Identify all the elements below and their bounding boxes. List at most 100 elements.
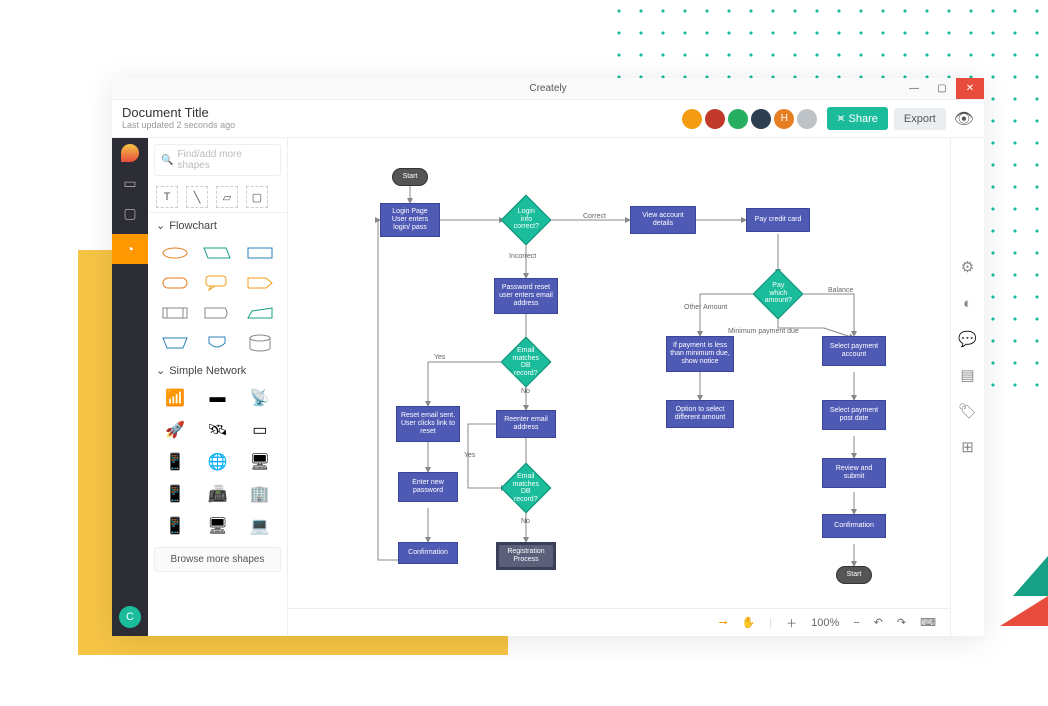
node-reset-sent[interactable]: Reset email sent. User clicks link to re… [396, 406, 460, 442]
shape-laptop[interactable]: 💻 [243, 515, 277, 537]
node-pay-credit[interactable]: Pay credit card [746, 208, 810, 232]
shape-rect[interactable] [243, 242, 277, 264]
window-minimize-button[interactable]: — [900, 78, 928, 99]
shape-globe[interactable]: 🌐 [200, 451, 234, 473]
search-icon: 🔍 [161, 155, 173, 166]
share-icon: ⪤ [837, 112, 844, 125]
app-header: Document Title Last updated 2 seconds ag… [112, 100, 984, 138]
palette-icon[interactable]: ◐ [963, 294, 972, 312]
line-tool[interactable]: ╲ [186, 186, 208, 208]
shape-callout[interactable] [200, 272, 234, 294]
rect-tool[interactable]: ▢ [246, 186, 268, 208]
node-option-select[interactable]: Option to select different amount [666, 400, 734, 428]
zoom-level[interactable]: 100% [811, 617, 839, 629]
shape-tag[interactable] [243, 272, 277, 294]
shape-monitor[interactable]: 🖥 [243, 451, 277, 473]
flowchart-section-header[interactable]: ⌄Flowchart [148, 213, 287, 238]
collaborator-avatars: H [682, 109, 817, 129]
edge-label-min-due: Minimum payment due [728, 328, 799, 335]
shape-antenna[interactable]: 📡 [243, 387, 277, 409]
shape-parallelogram[interactable] [200, 242, 234, 264]
shape-search-input[interactable]: 🔍 Find/add more shapes [154, 144, 281, 176]
node-select-post-date[interactable]: Select payment post date [822, 400, 886, 430]
shape-phone[interactable]: 📱 [158, 451, 192, 473]
avatar[interactable]: H [774, 109, 794, 129]
avatar[interactable] [682, 109, 702, 129]
shape-router[interactable]: 📶 [158, 387, 192, 409]
node-review-submit[interactable]: Review and submit [822, 458, 886, 488]
edge-label-no2: No [521, 518, 530, 525]
shapes-tool-icon[interactable]: ◔ [112, 234, 148, 264]
shape-tablet[interactable]: 📱 [158, 483, 192, 505]
avatar[interactable] [728, 109, 748, 129]
shape-trapezoid2[interactable] [158, 332, 192, 354]
shape-pill[interactable] [158, 272, 192, 294]
comment-icon[interactable]: 💬 [958, 330, 977, 348]
preview-eye-icon[interactable]: 👁 [954, 109, 974, 129]
shape-trapezoid[interactable] [243, 302, 277, 324]
shape-double-rect[interactable] [158, 302, 192, 324]
edge-label-correct: Correct [583, 213, 606, 220]
window-maximize-button[interactable]: ▢ [928, 78, 956, 99]
network-section-header[interactable]: ⌄Simple Network [148, 358, 287, 383]
tag-icon[interactable]: 🏷 [958, 402, 977, 420]
edge-label-yes2: Yes [464, 452, 475, 459]
node-start[interactable]: Start [392, 168, 428, 186]
shape-flag[interactable] [200, 302, 234, 324]
zoom-in-icon[interactable]: ＋ [786, 615, 797, 631]
avatar[interactable] [751, 109, 771, 129]
image-icon[interactable]: ▢ [121, 204, 139, 222]
node-enter-new-password[interactable]: Enter new password [398, 472, 458, 502]
shape-building[interactable]: 🏢 [243, 483, 277, 505]
browse-more-button[interactable]: Browse more shapes [154, 547, 281, 572]
app-title: Creately [529, 83, 566, 94]
text-tool[interactable]: T [156, 186, 178, 208]
node-confirmation-2[interactable]: Confirmation [822, 514, 886, 538]
diagram-canvas[interactable]: Start Login Page User enters login/ pass… [288, 138, 950, 608]
last-updated: Last updated 2 seconds ago [122, 121, 235, 131]
zoom-out-icon[interactable]: − [853, 617, 859, 629]
shape-switch[interactable]: ▬ [200, 387, 234, 409]
chevron-down-icon: ⌄ [156, 219, 165, 232]
shape-hub[interactable]: ▭ [243, 419, 277, 441]
right-rail: ⚙ ◐ 💬 ▤ 🏷 ⊞ [950, 138, 984, 636]
hierarchy-icon[interactable]: ⊞ [961, 438, 974, 456]
shape-shield[interactable] [200, 332, 234, 354]
page-tool[interactable]: ▱ [216, 186, 238, 208]
shape-ellipse[interactable] [158, 242, 192, 264]
window-close-button[interactable]: ✕ [956, 78, 984, 99]
shape-cylinder[interactable] [243, 332, 277, 354]
node-confirmation-1[interactable]: Confirmation [398, 542, 458, 564]
shape-phone2[interactable]: 📱 [158, 515, 192, 537]
shape-rocket[interactable]: 🚀 [158, 419, 192, 441]
shape-fax[interactable]: 📠 [200, 483, 234, 505]
redo-icon[interactable]: ↷ [897, 616, 906, 629]
app-logo-icon [121, 144, 139, 162]
shape-tv[interactable]: 🖥 [200, 515, 234, 537]
node-password-reset[interactable]: Password reset user enters email address [494, 278, 558, 314]
node-registration[interactable]: Registration Process [496, 542, 556, 570]
user-avatar[interactable]: C [119, 606, 141, 628]
edge-label-no: No [521, 388, 530, 395]
node-payment-notice[interactable]: If payment is less than minimum due, sho… [666, 336, 734, 372]
keyboard-icon[interactable]: ⌨ [920, 616, 936, 629]
canvas-toolbar: ⭢ ✋ | ＋ 100% − ↶ ↷ ⌨ [288, 608, 950, 636]
node-select-account[interactable]: Select payment account [822, 336, 886, 366]
node-end[interactable]: Start [836, 566, 872, 584]
node-reenter-email[interactable]: Reenter email address [496, 410, 556, 438]
undo-icon[interactable]: ↶ [874, 616, 883, 629]
folder-icon[interactable]: ▭ [121, 174, 139, 192]
properties-icon[interactable]: ⚙ [961, 258, 974, 276]
node-login-page[interactable]: Login Page User enters login/ pass [380, 203, 440, 237]
share-button[interactable]: ⪤ Share [827, 107, 888, 130]
export-button[interactable]: Export [894, 108, 946, 130]
avatar[interactable] [705, 109, 725, 129]
notes-icon[interactable]: ▤ [960, 366, 974, 384]
node-view-account[interactable]: View account details [630, 206, 696, 234]
pointer-tool-icon[interactable]: ⭢ [719, 616, 728, 629]
shape-satellite[interactable]: 🛰 [200, 419, 234, 441]
network-shapes: 📶 ▬ 📡 🚀 🛰 ▭ 📱 🌐 🖥 📱 📠 🏢 📱 🖥 💻 [148, 383, 287, 541]
document-title[interactable]: Document Title [122, 106, 235, 120]
hand-tool-icon[interactable]: ✋ [742, 616, 756, 629]
avatar[interactable] [797, 109, 817, 129]
